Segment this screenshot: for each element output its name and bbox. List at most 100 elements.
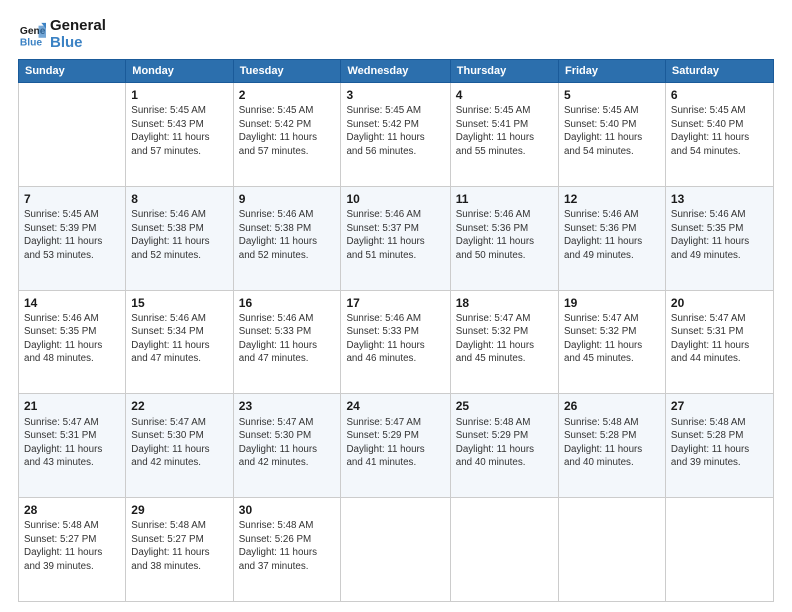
week-row-5: 28Sunrise: 5:48 AM Sunset: 5:27 PM Dayli… (19, 498, 774, 602)
day-info: Sunrise: 5:47 AM Sunset: 5:30 PM Dayligh… (239, 416, 336, 470)
day-info: Sunrise: 5:45 AM Sunset: 5:40 PM Dayligh… (671, 104, 768, 158)
calendar-cell: 30Sunrise: 5:48 AM Sunset: 5:26 PM Dayli… (233, 498, 341, 602)
weekday-header-row: SundayMondayTuesdayWednesdayThursdayFrid… (19, 60, 774, 83)
day-info: Sunrise: 5:45 AM Sunset: 5:42 PM Dayligh… (346, 104, 444, 158)
day-info: Sunrise: 5:47 AM Sunset: 5:31 PM Dayligh… (671, 312, 768, 366)
calendar-cell: 28Sunrise: 5:48 AM Sunset: 5:27 PM Dayli… (19, 498, 126, 602)
day-number: 6 (671, 87, 768, 103)
day-number: 2 (239, 87, 336, 103)
calendar-cell: 26Sunrise: 5:48 AM Sunset: 5:28 PM Dayli… (558, 394, 665, 498)
logo-text-blue: Blue (50, 35, 106, 52)
day-info: Sunrise: 5:45 AM Sunset: 5:43 PM Dayligh… (131, 104, 227, 158)
day-number: 15 (131, 295, 227, 311)
day-number: 5 (564, 87, 660, 103)
calendar-cell (665, 498, 773, 602)
week-row-1: 1Sunrise: 5:45 AM Sunset: 5:43 PM Daylig… (19, 83, 774, 187)
weekday-header-thursday: Thursday (450, 60, 558, 83)
day-info: Sunrise: 5:48 AM Sunset: 5:28 PM Dayligh… (564, 416, 660, 470)
day-number: 21 (24, 398, 120, 414)
day-info: Sunrise: 5:47 AM Sunset: 5:31 PM Dayligh… (24, 416, 120, 470)
calendar-cell: 7Sunrise: 5:45 AM Sunset: 5:39 PM Daylig… (19, 186, 126, 290)
day-number: 22 (131, 398, 227, 414)
day-info: Sunrise: 5:46 AM Sunset: 5:36 PM Dayligh… (456, 208, 553, 262)
calendar-table: SundayMondayTuesdayWednesdayThursdayFrid… (18, 59, 774, 602)
day-info: Sunrise: 5:45 AM Sunset: 5:39 PM Dayligh… (24, 208, 120, 262)
day-info: Sunrise: 5:47 AM Sunset: 5:30 PM Dayligh… (131, 416, 227, 470)
week-row-2: 7Sunrise: 5:45 AM Sunset: 5:39 PM Daylig… (19, 186, 774, 290)
day-number: 17 (346, 295, 444, 311)
day-number: 19 (564, 295, 660, 311)
calendar-cell: 20Sunrise: 5:47 AM Sunset: 5:31 PM Dayli… (665, 290, 773, 394)
logo-text-general: General (50, 18, 106, 35)
calendar-cell: 27 Sunrise: 5:48 AM Sunset: 5:28 PM Dayli… (665, 394, 773, 498)
day-info: Sunrise: 5:46 AM Sunset: 5:35 PM Dayligh… (24, 312, 120, 366)
day-info: Sunrise: 5:48 AM Sunset: 5:27 PM Dayligh… (24, 519, 120, 573)
day-info: Sunrise: 5:46 AM Sunset: 5:33 PM Dayligh… (239, 312, 336, 366)
day-number: 23 (239, 398, 336, 414)
calendar-cell: 17Sunrise: 5:46 AM Sunset: 5:33 PM Dayli… (341, 290, 450, 394)
calendar-cell: 18Sunrise: 5:47 AM Sunset: 5:32 PM Dayli… (450, 290, 558, 394)
day-info: Sunrise: 5:46 AM Sunset: 5:38 PM Dayligh… (239, 208, 336, 262)
calendar-cell: 10Sunrise: 5:46 AM Sunset: 5:37 PM Dayli… (341, 186, 450, 290)
day-number: 14 (24, 295, 120, 311)
calendar-cell: 1Sunrise: 5:45 AM Sunset: 5:43 PM Daylig… (126, 83, 233, 187)
day-number: 1 (131, 87, 227, 103)
day-info: Sunrise: 5:46 AM Sunset: 5:33 PM Dayligh… (346, 312, 444, 366)
calendar-cell: 4Sunrise: 5:45 AM Sunset: 5:41 PM Daylig… (450, 83, 558, 187)
day-number: 28 (24, 502, 120, 518)
calendar-cell: 14Sunrise: 5:46 AM Sunset: 5:35 PM Dayli… (19, 290, 126, 394)
day-number: 11 (456, 191, 553, 207)
day-number: 12 (564, 191, 660, 207)
day-info: Sunrise: 5:45 AM Sunset: 5:40 PM Dayligh… (564, 104, 660, 158)
day-number: 3 (346, 87, 444, 103)
day-info: Sunrise: 5:47 AM Sunset: 5:29 PM Dayligh… (346, 416, 444, 470)
weekday-header-saturday: Saturday (665, 60, 773, 83)
header: General Blue General Blue (18, 18, 774, 51)
logo-icon: General Blue (18, 21, 46, 49)
calendar-cell: 8Sunrise: 5:46 AM Sunset: 5:38 PM Daylig… (126, 186, 233, 290)
day-info: Sunrise: 5:46 AM Sunset: 5:36 PM Dayligh… (564, 208, 660, 262)
calendar-cell: 13Sunrise: 5:46 AM Sunset: 5:35 PM Dayli… (665, 186, 773, 290)
day-info: Sunrise: 5:45 AM Sunset: 5:42 PM Dayligh… (239, 104, 336, 158)
day-info: Sunrise: 5:46 AM Sunset: 5:35 PM Dayligh… (671, 208, 768, 262)
calendar-page: General Blue General Blue SundayMondayTu… (0, 0, 792, 612)
calendar-cell: 15Sunrise: 5:46 AM Sunset: 5:34 PM Dayli… (126, 290, 233, 394)
week-row-3: 14Sunrise: 5:46 AM Sunset: 5:35 PM Dayli… (19, 290, 774, 394)
day-number: 27 (671, 398, 768, 414)
day-number: 29 (131, 502, 227, 518)
day-number: 24 (346, 398, 444, 414)
calendar-cell: 5Sunrise: 5:45 AM Sunset: 5:40 PM Daylig… (558, 83, 665, 187)
calendar-cell: 23 Sunrise: 5:47 AM Sunset: 5:30 PM Dayli… (233, 394, 341, 498)
calendar-cell: 21 Sunrise: 5:47 AM Sunset: 5:31 PM Dayli… (19, 394, 126, 498)
calendar-cell: 3Sunrise: 5:45 AM Sunset: 5:42 PM Daylig… (341, 83, 450, 187)
day-info: Sunrise: 5:48 AM Sunset: 5:28 PM Dayligh… (671, 416, 768, 470)
day-info: Sunrise: 5:47 AM Sunset: 5:32 PM Dayligh… (564, 312, 660, 366)
calendar-cell: 16Sunrise: 5:46 AM Sunset: 5:33 PM Dayli… (233, 290, 341, 394)
day-number: 30 (239, 502, 336, 518)
calendar-cell: 11Sunrise: 5:46 AM Sunset: 5:36 PM Dayli… (450, 186, 558, 290)
day-number: 20 (671, 295, 768, 311)
day-number: 16 (239, 295, 336, 311)
weekday-header-tuesday: Tuesday (233, 60, 341, 83)
calendar-cell: 22 Sunrise: 5:47 AM Sunset: 5:30 PM Dayli… (126, 394, 233, 498)
calendar-cell (341, 498, 450, 602)
calendar-cell: 2Sunrise: 5:45 AM Sunset: 5:42 PM Daylig… (233, 83, 341, 187)
weekday-header-friday: Friday (558, 60, 665, 83)
day-info: Sunrise: 5:47 AM Sunset: 5:32 PM Dayligh… (456, 312, 553, 366)
calendar-cell: 9Sunrise: 5:46 AM Sunset: 5:38 PM Daylig… (233, 186, 341, 290)
day-number: 25 (456, 398, 553, 414)
calendar-cell: 24 Sunrise: 5:47 AM Sunset: 5:29 PM Dayli… (341, 394, 450, 498)
weekday-header-wednesday: Wednesday (341, 60, 450, 83)
calendar-cell (558, 498, 665, 602)
calendar-cell (19, 83, 126, 187)
day-info: Sunrise: 5:46 AM Sunset: 5:37 PM Dayligh… (346, 208, 444, 262)
weekday-header-monday: Monday (126, 60, 233, 83)
day-number: 13 (671, 191, 768, 207)
weekday-header-sunday: Sunday (19, 60, 126, 83)
day-info: Sunrise: 5:46 AM Sunset: 5:34 PM Dayligh… (131, 312, 227, 366)
calendar-cell: 25 Sunrise: 5:48 AM Sunset: 5:29 PM Dayli… (450, 394, 558, 498)
day-info: Sunrise: 5:45 AM Sunset: 5:41 PM Dayligh… (456, 104, 553, 158)
day-number: 10 (346, 191, 444, 207)
day-info: Sunrise: 5:48 AM Sunset: 5:29 PM Dayligh… (456, 416, 553, 470)
day-info: Sunrise: 5:48 AM Sunset: 5:26 PM Dayligh… (239, 519, 336, 573)
